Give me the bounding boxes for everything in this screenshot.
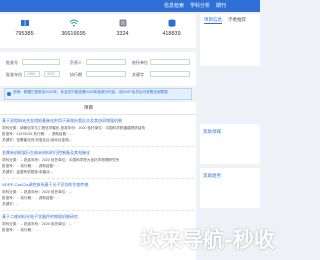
list-item[interactable]: 基于双相纳米合金相铂基催化剂用于高效析氢反应及其协同增强机制 学科分类：纳微化学… xyxy=(0,118,196,148)
stat-value: 3324 xyxy=(116,31,129,37)
institution-input[interactable] xyxy=(150,59,190,65)
list-item[interactable]: 金属有机框架衍生纳米材料的可控制备及其电催化 学科分类：... 批准年份：202… xyxy=(0,150,196,180)
top-bar: 信息检索 学科分析 期刊 xyxy=(0,0,260,12)
stats-panel: 795385 36616695 3324 418839 xyxy=(0,14,196,48)
nav-item-discipline[interactable]: 学科分析 xyxy=(190,2,210,9)
panel-title-field: 资助领域 xyxy=(203,129,221,134)
db-icon xyxy=(168,19,175,27)
stat-units: 3324 xyxy=(98,14,147,48)
label-keyword: 关键字 xyxy=(132,72,144,77)
item-row: 学科分类：纳微化学与工程化学催化 批准年份：2020 依托单位：中国科学院福建物… xyxy=(2,126,145,130)
divider xyxy=(2,178,194,179)
year-from-select[interactable]: 1999 xyxy=(24,71,40,77)
stat-value: 795385 xyxy=(15,31,34,37)
item-title[interactable]: 基于二维材料光电子学器件的物理机制研究 xyxy=(2,214,78,220)
label-approval-no: 批准号 xyxy=(6,60,18,65)
watermark-text: 坎来导航-秒收 xyxy=(140,228,275,252)
notice-text: 说明：数据已更新至2020年，非会员只能查看2020年度部分内容，成为VIP会员… xyxy=(13,90,168,94)
year-dash: - xyxy=(41,72,43,77)
label-institution: 依托单位 xyxy=(132,60,148,65)
list-item[interactable]: NDRP-Cas12a调控体系基于分子识别的生物传感 学科分类：... 批准年份… xyxy=(0,182,196,212)
stat-projects: 795385 xyxy=(0,14,49,48)
item-row: 批准号：... 执行期：... xyxy=(2,228,38,232)
label-period: 执行期 xyxy=(70,72,82,77)
item-row: 学科分类：... 批准年份：2020 依托单位：... xyxy=(2,222,72,226)
year-to-select[interactable]: 2021 xyxy=(44,71,60,77)
list-header: 项目 xyxy=(0,102,196,115)
nav-item-journal[interactable]: 期刊 xyxy=(216,2,226,9)
item-row: 批准号：... 执行期：... 资助经费：... xyxy=(2,164,60,168)
stat-people: 418839 xyxy=(147,14,196,48)
label-leader: 负责人 xyxy=(70,60,82,65)
approval-no-input[interactable] xyxy=(22,59,60,65)
info-icon xyxy=(7,92,11,96)
item-row: 学科分类：... 批准年份：2020 依托单位：... xyxy=(2,190,72,194)
book-icon xyxy=(20,20,29,26)
funding-field-panel: 资助领域 xyxy=(200,124,260,164)
item-row: 学科分类：... 批准年份：2020 依托单位：中国科学院大连化学物理研究所 xyxy=(2,158,120,162)
label-year: 批准年份 xyxy=(6,72,22,77)
stat-value: 36616695 xyxy=(61,31,86,37)
item-title[interactable]: 金属有机框架衍生纳米材料的可控制备及其电催化 xyxy=(2,150,90,156)
stat-papers: 36616695 xyxy=(49,14,98,48)
funding-trend-panel: 资助趋势 xyxy=(200,168,260,208)
item-row: 批准号：21975245 执行期：... 资助经费：... xyxy=(2,132,73,136)
item-row: 批准号：... 执行期：... 资助经费：... xyxy=(2,196,60,200)
wifi-icon xyxy=(69,19,78,27)
item-title[interactable]: 基于双相纳米合金相铂基催化剂用于高效析氢反应及其协同增强机制 xyxy=(2,118,122,124)
divider xyxy=(2,146,194,147)
badge-icon xyxy=(119,19,126,27)
item-row: 关键字：金属有机框架;电催化;... xyxy=(2,170,54,174)
keyword-input[interactable] xyxy=(150,71,190,77)
side-tabs-card: 项目信息 学者推荐 xyxy=(200,14,260,66)
nav-item-search[interactable]: 信息检索 xyxy=(164,2,184,9)
leader-input[interactable] xyxy=(86,59,126,65)
notice-bar: 说明：数据已更新至2020年，非会员只能查看2020年度部分内容，成为VIP会员… xyxy=(4,88,192,100)
list-header-title: 项目 xyxy=(84,105,93,110)
period-input[interactable] xyxy=(86,71,126,77)
item-row: 关键字：铂基催化剂;析氢反应;纳米合金相;... xyxy=(2,138,73,142)
divider xyxy=(2,210,194,211)
tab-project-info[interactable]: 项目信息 xyxy=(204,17,222,24)
item-row: 关键字：... xyxy=(2,202,20,206)
search-form: 批准号 负责人 依托单位 批准年份 1999 - 2021 执行期 关键字 xyxy=(0,52,196,86)
panel-title-trend: 资助趋势 xyxy=(203,173,221,178)
item-title[interactable]: NDRP-Cas12a调控体系基于分子识别的生物传感 xyxy=(2,182,88,188)
stat-value: 418839 xyxy=(162,31,181,37)
tab-scholar[interactable]: 学者推荐 xyxy=(228,17,246,23)
